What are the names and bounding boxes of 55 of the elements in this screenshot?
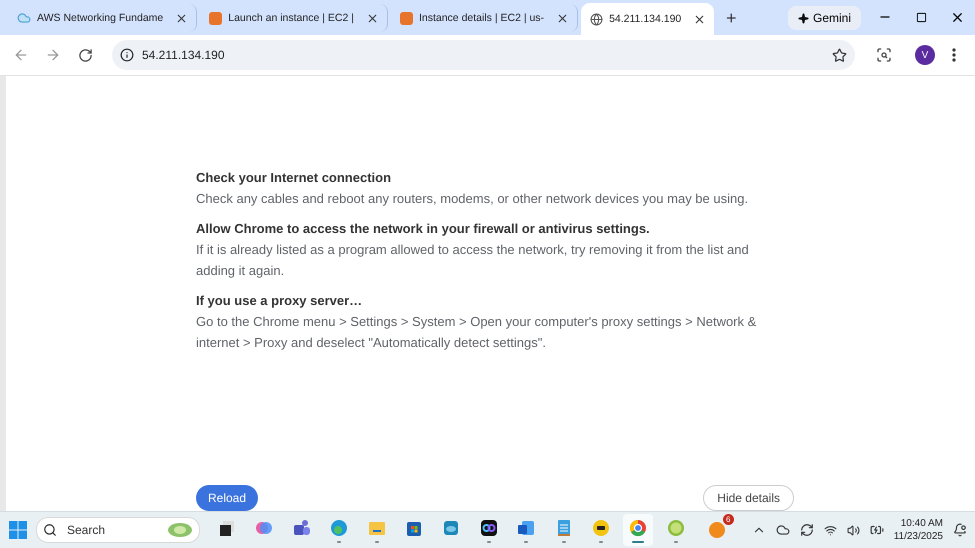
info-icon[interactable] (120, 48, 134, 62)
square-icon (400, 12, 413, 24)
square-icon (209, 12, 222, 24)
search-icon (43, 523, 57, 537)
bell-icon[interactable] (953, 523, 967, 537)
hide-details-button[interactable]: Hide details (703, 485, 794, 511)
ball-icon (628, 518, 648, 538)
clock-date[interactable]: 11/23/2025 (894, 530, 943, 543)
tab-title: Instance details | EC2 | us- (418, 12, 544, 24)
section-text: Check any cables and reboot any routers, modems, or other network devices you may be using. (196, 190, 750, 208)
address-bar[interactable]: 54.211.134.190 (112, 40, 855, 70)
close-icon[interactable] (556, 12, 570, 24)
volume-icon[interactable] (846, 524, 860, 536)
section-heading: Allow Chrome to access the network in your firewall or antivirus settings. (196, 220, 651, 238)
tab-title: Launch an instance | EC2 | (228, 12, 354, 24)
reload-icon (78, 48, 92, 62)
page-search-icon (876, 47, 892, 63)
circle-icon (590, 518, 611, 538)
globe-icon (590, 12, 604, 26)
browser-tab[interactable]: 54.211.134.190 (581, 3, 714, 35)
forward-arrow-icon (45, 47, 61, 63)
star-icon[interactable] (832, 48, 847, 62)
section-heading: Check your Internet connection (196, 169, 392, 187)
browser-tab[interactable]: AWS Networking Fundame (8, 4, 198, 32)
gemini-button[interactable]: Gemini (788, 6, 861, 30)
cloud-icon[interactable] (776, 523, 790, 537)
start-icon[interactable] (8, 520, 28, 540)
circle-icon (666, 518, 686, 538)
section-text: If it is already listed as a program allowed to access the network, try removing it from the list and adding it again. (196, 241, 750, 280)
sparkle-icon (798, 12, 809, 24)
browser-tab[interactable]: Instance details | EC2 | us- (390, 4, 578, 32)
tab-title: AWS Networking Fundame (37, 12, 164, 24)
tab-title: 54.211.134.190 (609, 13, 682, 25)
search-field[interactable]: Search (65, 522, 159, 538)
wifi-icon[interactable] (824, 524, 837, 536)
profile-avatar[interactable]: V (915, 45, 935, 65)
close-icon[interactable] (366, 12, 379, 24)
cloud-icon (17, 11, 31, 25)
people-icon (292, 518, 312, 538)
search-bar[interactable]: Search (36, 517, 200, 543)
sync-icon[interactable] (800, 523, 814, 537)
maximize-icon (916, 12, 926, 22)
rings-icon (478, 518, 499, 538)
browser-tab[interactable]: Launch an instance | EC2 | (200, 4, 388, 32)
clock-time[interactable]: 10:40 AM (900, 517, 943, 530)
close-icon[interactable] (175, 12, 188, 24)
reload-page-button[interactable]: Reload (196, 485, 258, 511)
section-text: Go to the Chrome menu > Settings > System > Open your computer's proxy settings > Network & internet > Proxy and deselect "Automatically detect settings". (196, 313, 758, 352)
address-text: 54.211.134.190 (142, 48, 226, 62)
notification-count: 6 (722, 514, 734, 525)
battery-icon[interactable] (870, 523, 884, 537)
close-icon[interactable] (693, 12, 706, 26)
menu-icon (952, 48, 956, 62)
section-heading: If you use a proxy server… (196, 292, 364, 310)
new-tab-button[interactable]: + (719, 4, 744, 32)
